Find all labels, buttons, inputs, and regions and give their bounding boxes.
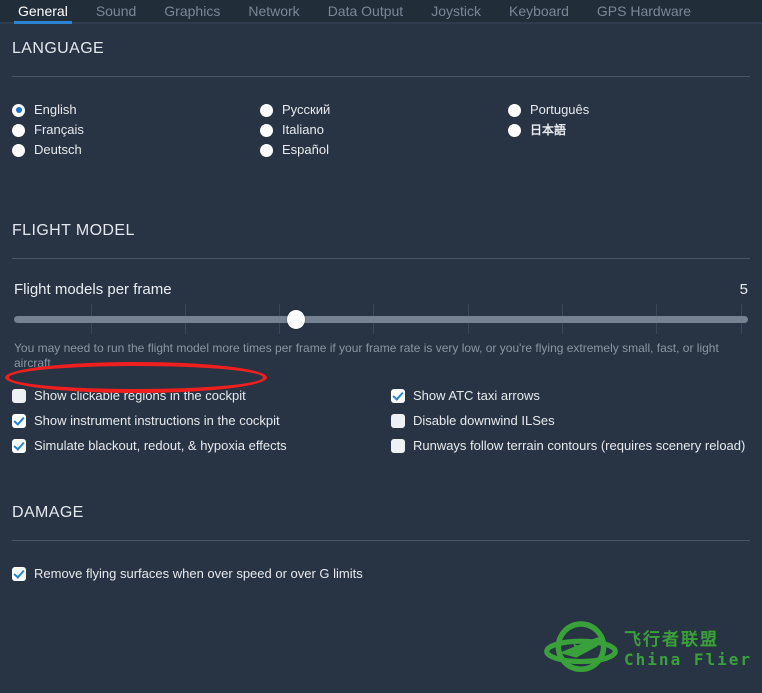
watermark-chinese-label: 飞行者联盟 [624, 629, 720, 649]
radio-option-japanese[interactable]: 日本語 [508, 120, 748, 140]
checkbox-label: Runways follow terrain contours (require… [412, 437, 746, 453]
radio-option-portugues[interactable]: Português [508, 100, 748, 120]
language-column-3: Português 日本語 [508, 100, 748, 160]
language-column-2: Русский Italiano Español [260, 100, 508, 160]
checkbox-label: Show instrument instructions in the cock… [34, 412, 280, 428]
radio-option-espanol[interactable]: Español [260, 140, 508, 160]
checkbox-label: Disable downwind ILSes [412, 412, 555, 428]
flight-model-checkbox-column-right: Show ATC taxi arrows Disable downwind IL… [390, 383, 750, 458]
radio-icon[interactable] [12, 143, 25, 157]
tab-label: General [18, 3, 68, 19]
watermark-china-flier: 飞行者联盟 China Flier [542, 617, 752, 681]
tab-label: GPS Hardware [596, 3, 692, 19]
radio-option-english[interactable]: English [12, 100, 260, 120]
slider-header: Flight models per frame 5 [12, 281, 750, 298]
radio-option-francais[interactable]: Français [12, 120, 260, 140]
tab-label: Graphics [164, 3, 221, 19]
radio-icon[interactable] [260, 143, 273, 157]
checkbox-label: Show clickable regions in the cockpit [34, 387, 246, 403]
radio-icon[interactable] [508, 123, 521, 137]
section-divider-damage [12, 540, 750, 541]
radio-icon[interactable] [12, 123, 25, 137]
watermark-english-label: China Flier [624, 649, 752, 669]
checkbox-icon[interactable] [12, 388, 26, 403]
radio-option-deutsch[interactable]: Deutsch [12, 140, 260, 160]
tab-network[interactable]: Network [248, 0, 299, 21]
radio-label: English [34, 102, 77, 117]
radio-label: 日本語 [530, 123, 567, 137]
settings-content: LANGUAGE English Français Deutsch Русски… [0, 24, 762, 586]
section-title-language: LANGUAGE [12, 40, 105, 57]
checkbox-show-clickable-regions[interactable]: Show clickable regions in the cockpit [12, 383, 391, 408]
tab-bar: General Sound Graphics Network Data Outp… [0, 0, 762, 24]
tab-keyboard[interactable]: Keyboard [509, 0, 569, 21]
language-column-1: English Français Deutsch [12, 100, 260, 160]
radio-label: Deutsch [34, 142, 82, 157]
radio-label: Français [34, 122, 84, 137]
tab-label: Network [248, 3, 300, 19]
tab-joystick[interactable]: Joystick [431, 0, 481, 21]
checkbox-icon[interactable] [12, 413, 26, 428]
radio-icon[interactable] [12, 103, 25, 117]
tab-general[interactable]: General [14, 0, 72, 24]
slider-track[interactable] [14, 316, 748, 323]
checkbox-label: Remove flying surfaces when over speed o… [34, 565, 363, 581]
checkbox-runways-follow-terrain[interactable]: Runways follow terrain contours (require… [390, 433, 750, 458]
checkbox-icon[interactable] [12, 438, 26, 453]
checkbox-simulate-blackout[interactable]: Simulate blackout, redout, & hypoxia eff… [12, 433, 391, 458]
radio-icon[interactable] [260, 123, 273, 137]
radio-icon[interactable] [508, 103, 521, 117]
slider-help-text: You may need to run the flight model mor… [14, 341, 719, 370]
tab-label: Keyboard [508, 3, 569, 19]
radio-icon[interactable] [260, 103, 273, 117]
section-title-flight-model: FLIGHT MODEL [12, 222, 135, 239]
radio-label: Español [282, 142, 329, 157]
radio-label: Italiano [282, 122, 324, 137]
language-radio-grid: English Français Deutsch Русский Italian… [12, 100, 750, 160]
slider-value: 5 [739, 281, 748, 298]
tab-data-output[interactable]: Data Output [328, 0, 404, 21]
slider-flight-models-per-frame[interactable] [12, 304, 750, 334]
tab-graphics[interactable]: Graphics [164, 0, 220, 21]
tab-label: Sound [95, 3, 137, 19]
watermark-text: 飞行者联盟 China Flier [624, 630, 752, 669]
section-divider-language [12, 76, 750, 77]
checkbox-icon[interactable] [390, 388, 405, 403]
radio-label: Русский [282, 102, 331, 117]
radio-option-italiano[interactable]: Italiano [260, 120, 508, 140]
checkbox-show-instrument-instructions[interactable]: Show instrument instructions in the cock… [12, 408, 391, 433]
radio-option-russian[interactable]: Русский [260, 100, 508, 120]
radio-label: Português [530, 102, 590, 117]
section-divider-flight-model [12, 258, 750, 259]
damage-section: DAMAGE Remove flying surfaces when over … [12, 504, 750, 586]
tab-gps-hardware[interactable]: GPS Hardware [597, 0, 691, 21]
checkbox-show-atc-taxi-arrows[interactable]: Show ATC taxi arrows [390, 383, 750, 408]
checkbox-icon[interactable] [390, 413, 405, 428]
section-title-damage: DAMAGE [12, 504, 84, 521]
tab-sound[interactable]: Sound [96, 0, 136, 21]
checkbox-disable-downwind-ilses[interactable]: Disable downwind ILSes [390, 408, 750, 433]
checkbox-label: Simulate blackout, redout, & hypoxia eff… [34, 437, 287, 453]
slider-label-flight-models-per-frame: Flight models per frame [14, 281, 172, 298]
checkbox-remove-flying-surfaces[interactable]: Remove flying surfaces when over speed o… [12, 561, 750, 586]
flight-model-checkbox-column-left: Show clickable regions in the cockpit Sh… [12, 383, 391, 458]
checkbox-icon[interactable] [12, 566, 26, 581]
flight-model-checkbox-grid: Show clickable regions in the cockpit Sh… [12, 383, 750, 458]
checkbox-label: Show ATC taxi arrows [412, 387, 540, 403]
tab-label: Joystick [431, 3, 481, 19]
china-flier-logo-icon [544, 621, 618, 673]
tab-label: Data Output [327, 3, 404, 19]
checkbox-icon[interactable] [390, 438, 405, 453]
